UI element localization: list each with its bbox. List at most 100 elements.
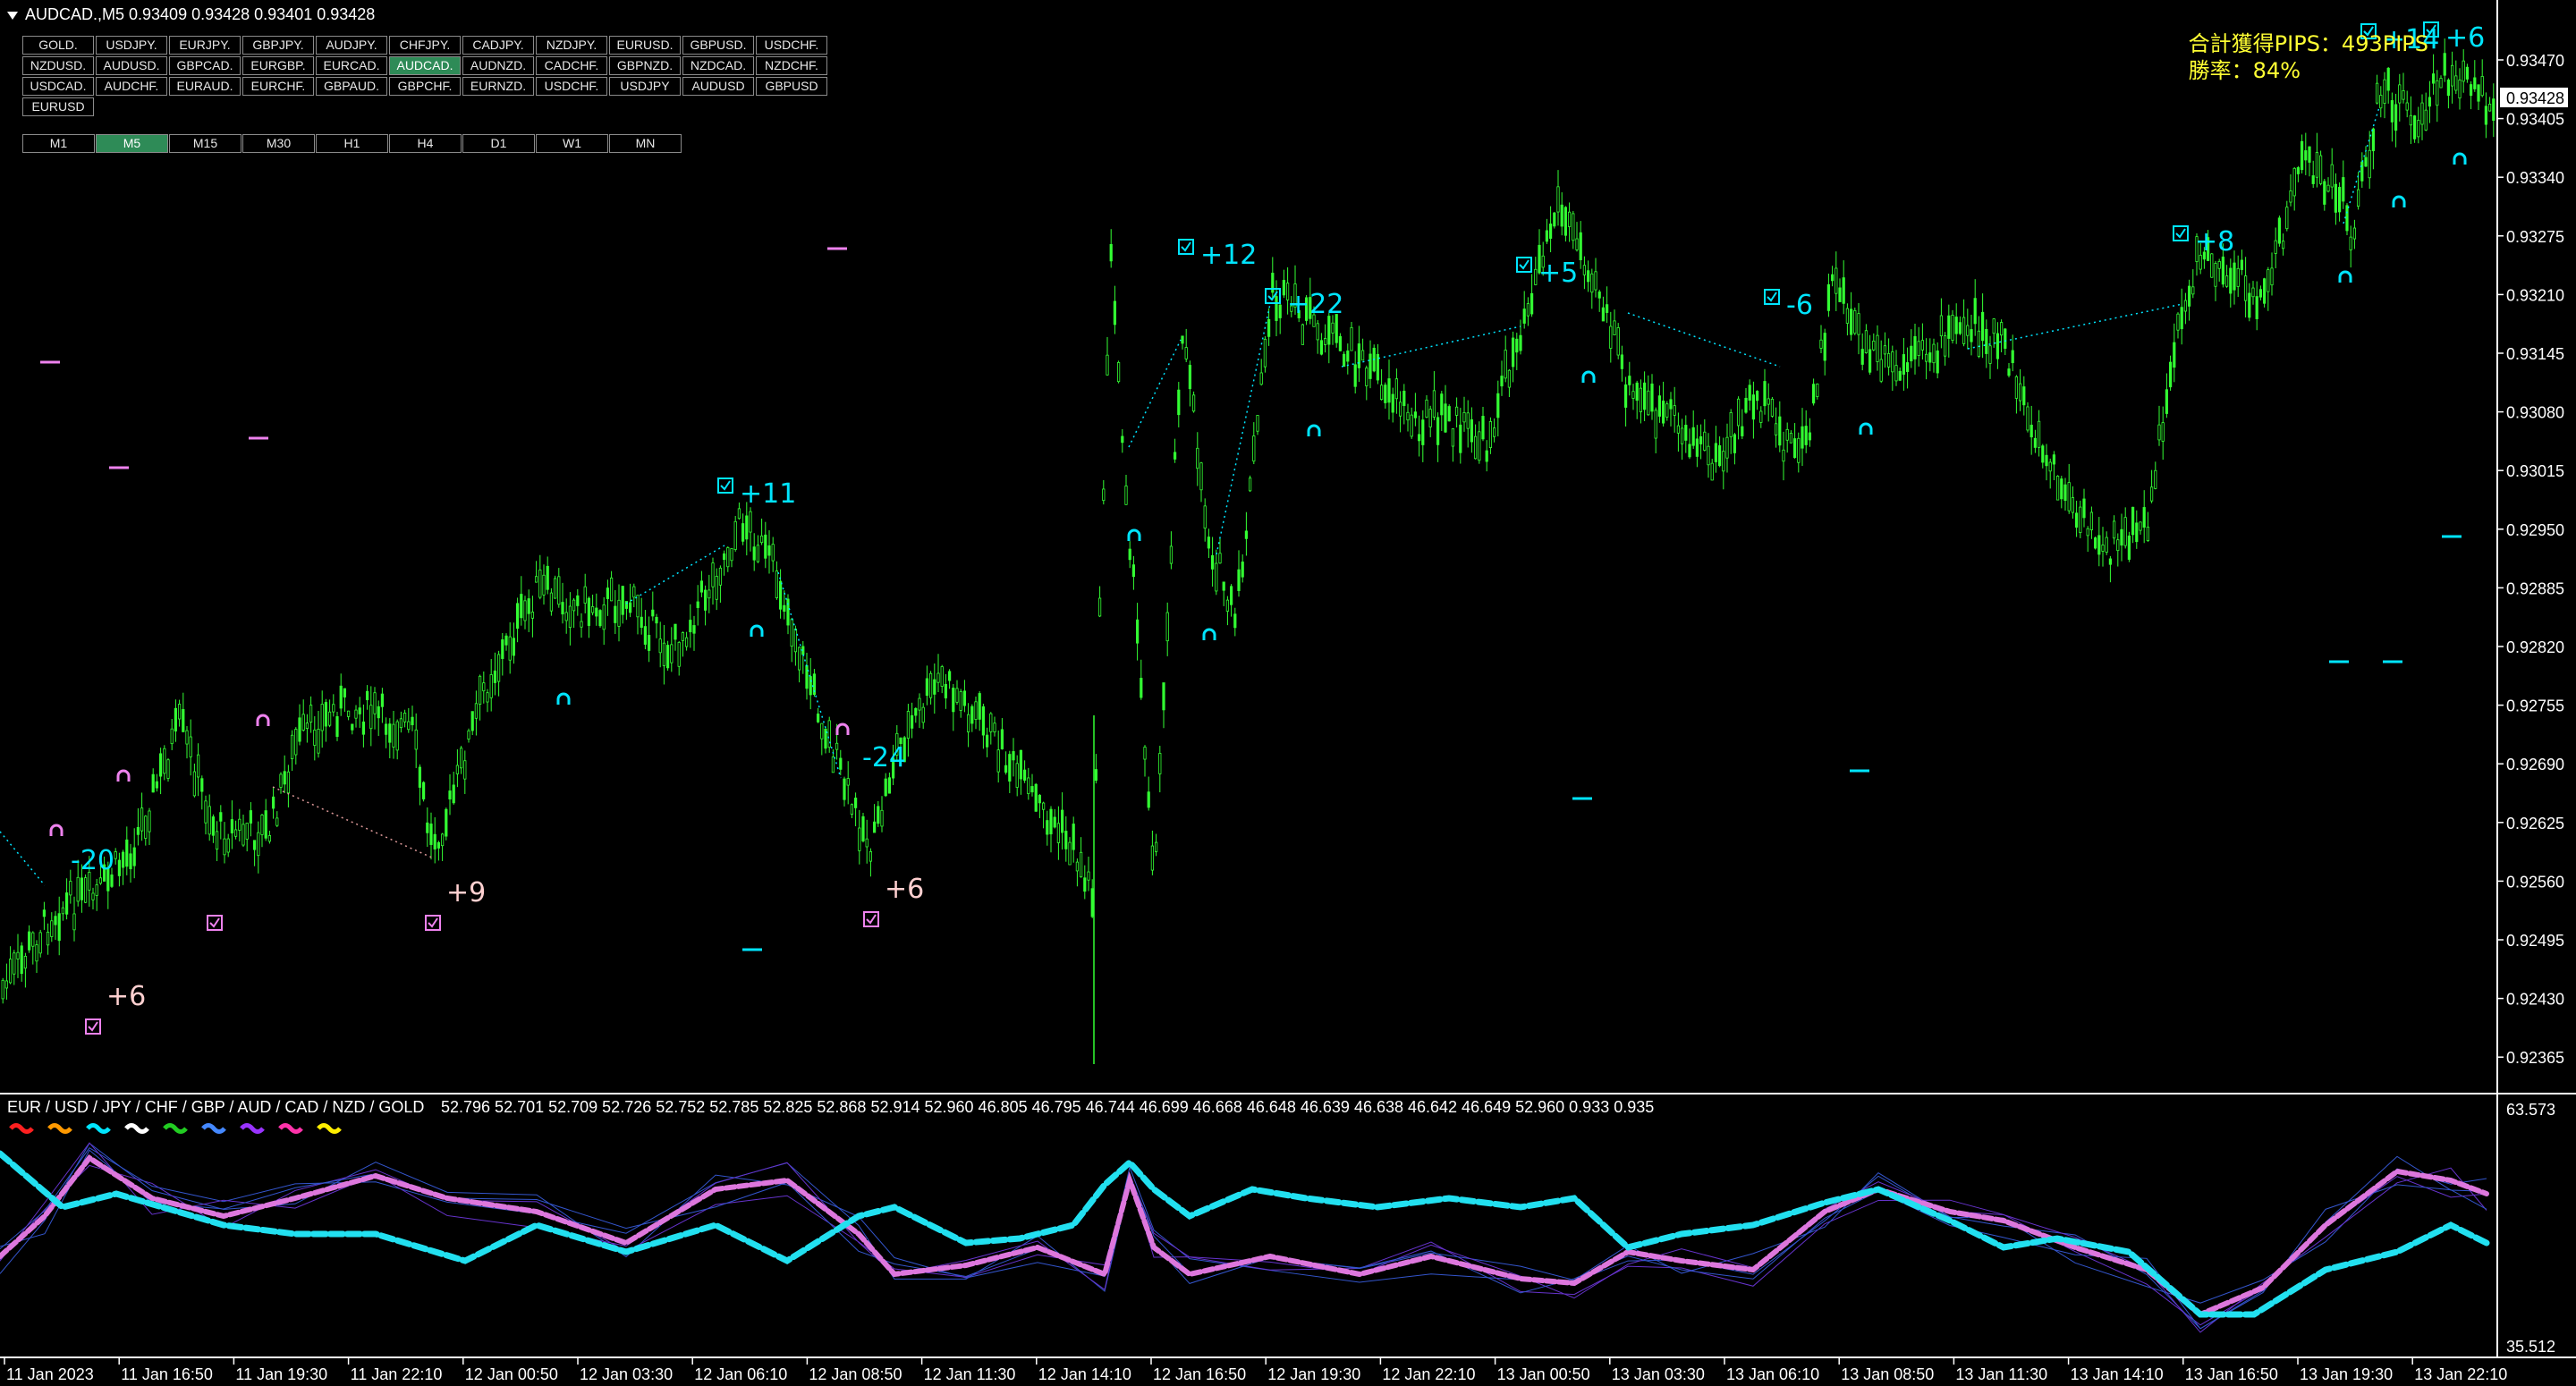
symbol-button[interactable]: AUDCHF. <box>96 77 167 96</box>
candle-body <box>294 729 298 756</box>
symbol-button[interactable]: EURAUD. <box>169 77 241 96</box>
symbol-button[interactable]: AUDJPY. <box>316 36 387 55</box>
timeframe-m15[interactable]: M15 <box>169 134 242 153</box>
symbol-button[interactable]: EURGBP. <box>242 56 314 75</box>
symbol-button[interactable]: EURUSD. <box>609 36 681 55</box>
candle-body <box>2180 307 2183 330</box>
symbol-button[interactable]: NZDUSD. <box>22 56 94 75</box>
candle-body <box>42 909 47 917</box>
candle-body <box>1902 354 1905 375</box>
candle-body <box>1199 462 1203 491</box>
symbol-button[interactable]: GBPJPY. <box>242 36 314 55</box>
timeframe-h4[interactable]: H4 <box>389 134 462 153</box>
candle-body <box>1782 449 1785 462</box>
candle-body <box>554 578 557 599</box>
candle-body <box>2436 80 2439 106</box>
candle-body <box>1778 416 1782 446</box>
symbol-button[interactable]: GOLD. <box>22 36 94 55</box>
symbol-button[interactable]: USDCAD. <box>22 77 94 96</box>
symbol-button[interactable]: EURUSD <box>22 97 94 116</box>
symbol-button[interactable]: USDJPY. <box>96 36 167 55</box>
symbol-button[interactable]: USDCHF. <box>756 36 827 55</box>
symbol-button[interactable]: EURCHF. <box>242 77 314 96</box>
symbol-button[interactable]: GBPNZD. <box>609 56 681 75</box>
candle-body <box>1008 754 1012 782</box>
timeframe-w1[interactable]: W1 <box>536 134 608 153</box>
time-label: 12 Jan 22:10 <box>1382 1365 1475 1383</box>
exit-arc-icon <box>1307 424 1321 436</box>
symbol-button[interactable]: GBPUSD. <box>682 36 754 55</box>
symbol-button[interactable]: GBPCAD. <box>169 56 241 75</box>
candle-body <box>327 711 332 726</box>
candle-body <box>1402 391 1406 407</box>
candle-body <box>54 916 57 925</box>
entry-arc-icon <box>256 714 270 726</box>
symbol-button[interactable]: CADJPY. <box>462 36 534 55</box>
candle-body <box>482 682 486 692</box>
candle-body <box>1958 322 1962 334</box>
candle-body <box>1616 327 1620 356</box>
candle-body <box>407 721 411 731</box>
candle-body <box>2086 528 2089 537</box>
candle-body <box>692 625 696 634</box>
candle-body <box>1046 820 1049 835</box>
candle-body <box>877 806 880 824</box>
candle-body <box>629 602 632 613</box>
price-chart[interactable]: -20+11-24+12+22+5-6+8+14 +6+6+9 +6 0.93470… <box>0 0 2576 1386</box>
symbol-button[interactable]: NZDJPY. <box>536 36 607 55</box>
candle-body <box>1466 412 1470 429</box>
timeframe-d1[interactable]: D1 <box>462 134 535 153</box>
candle-body <box>564 612 568 621</box>
candle-body <box>1068 841 1072 866</box>
symbol-button[interactable]: GBPCHF. <box>389 77 461 96</box>
candle-body <box>1249 477 1252 492</box>
candle-body <box>1474 435 1478 460</box>
candle-body <box>726 547 730 568</box>
symbol-button[interactable]: AUDUSD <box>682 77 754 96</box>
candle-body <box>936 672 940 683</box>
timeframe-mn[interactable]: MN <box>609 134 682 153</box>
dropdown-triangle-icon[interactable] <box>7 11 18 20</box>
candle-body <box>264 810 267 839</box>
candle-body <box>1628 376 1631 385</box>
candle-body <box>1530 292 1534 315</box>
candle-body <box>520 594 523 619</box>
symbol-button[interactable]: EURNZD. <box>462 77 534 96</box>
candle-body <box>1196 447 1199 469</box>
candle-body <box>1992 318 1996 334</box>
candle-body <box>1519 334 1522 351</box>
timeframe-m5[interactable]: M5 <box>96 134 168 153</box>
timeframe-h1[interactable]: H1 <box>316 134 388 153</box>
candle-body <box>354 709 358 719</box>
symbol-button[interactable]: USDCHF. <box>536 77 607 96</box>
symbol-button[interactable]: AUDNZD. <box>462 56 534 75</box>
candle-body <box>211 816 215 836</box>
symbol-button[interactable]: AUDUSD. <box>96 56 167 75</box>
candle-body <box>699 580 704 593</box>
candle-body <box>61 907 64 915</box>
candle-body <box>2428 97 2431 107</box>
symbol-button[interactable]: CHFJPY. <box>389 36 461 55</box>
symbol-button[interactable]: EURJPY. <box>169 36 241 55</box>
symbol-button[interactable]: CADCHF. <box>536 56 607 75</box>
symbol-button[interactable]: EURCAD. <box>316 56 387 75</box>
buy-result-label: +6 <box>885 874 924 905</box>
candle-body <box>2108 558 2112 565</box>
timeframe-m30[interactable]: M30 <box>242 134 315 153</box>
candle-body <box>226 838 230 853</box>
symbol-button[interactable]: GBPUSD <box>756 77 827 96</box>
exit-arc-icon <box>750 624 764 637</box>
symbol-button[interactable]: NZDCAD. <box>682 56 754 75</box>
candle-body <box>1575 238 1579 250</box>
buy-signal-box <box>207 915 223 931</box>
symbol-button[interactable]: AUDCAD. <box>389 56 461 75</box>
candle-body <box>1707 445 1710 466</box>
symbol-button[interactable]: GBPAUD. <box>316 77 387 96</box>
candle-body <box>140 807 144 832</box>
candle-body <box>1406 411 1410 421</box>
timeframe-m1[interactable]: M1 <box>22 134 95 153</box>
symbol-button[interactable]: USDJPY <box>609 77 681 96</box>
candle-body <box>2402 90 2405 100</box>
candle-body <box>1710 462 1714 481</box>
symbol-button[interactable]: NZDCHF. <box>756 56 827 75</box>
